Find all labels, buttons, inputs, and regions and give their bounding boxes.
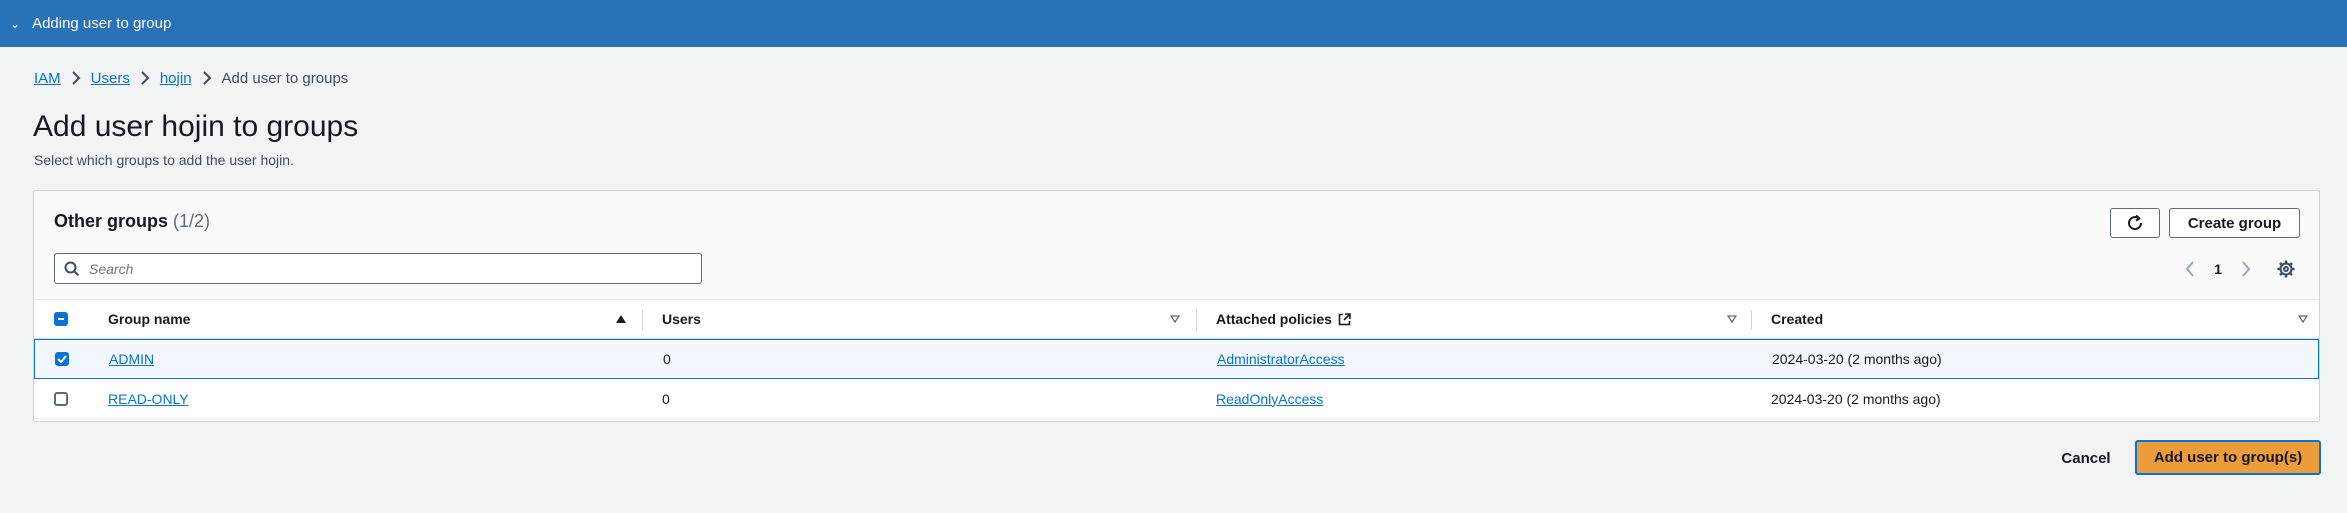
chevron-right-icon [192, 71, 222, 85]
created-date: 2024-03-20 (2 months ago) [1772, 351, 1942, 367]
column-header-users[interactable]: Users [662, 300, 701, 338]
notification-text: Adding user to group [32, 15, 172, 32]
refresh-icon [2128, 214, 2143, 231]
column-divider[interactable] [1751, 310, 1752, 330]
search-field[interactable] [54, 253, 702, 284]
panel-title-text: Other groups [54, 211, 169, 231]
refresh-button[interactable] [2110, 208, 2160, 238]
page-title: Add user hojin to groups [33, 110, 359, 143]
table-row[interactable]: ADMIN 0 AdministratorAccess 2024-03-20 (… [34, 339, 2319, 379]
column-header-attached-policies[interactable]: Attached policies [1216, 300, 1351, 338]
panel-title: Other groups (1/2) [54, 211, 210, 232]
previous-page-icon[interactable] [2176, 260, 2204, 277]
row-checkbox[interactable] [55, 352, 69, 366]
chevron-right-icon [61, 71, 91, 85]
select-all-checkbox[interactable] [54, 312, 68, 326]
select-all-cell [54, 300, 68, 338]
column-divider[interactable] [642, 310, 643, 330]
selection-count: (1/2) [173, 211, 211, 231]
pagination: 1 [2176, 253, 2260, 284]
create-group-button[interactable]: Create group [2169, 208, 2300, 238]
row-select-cell [55, 340, 69, 378]
page-number[interactable]: 1 [2204, 261, 2232, 277]
sort-icon[interactable] [2298, 300, 2308, 338]
table-row[interactable]: READ-ONLY 0 ReadOnlyAccess 2024-03-20 (2… [34, 379, 2319, 419]
attached-policies-label: Attached policies [1216, 311, 1332, 327]
notification-bar: ⌄ Adding user to group [0, 0, 2347, 47]
search-input[interactable] [89, 260, 679, 277]
external-link-icon [1338, 312, 1351, 325]
breadcrumb-user[interactable]: hojin [160, 70, 192, 87]
groups-table: Group name Users Attached policies Creat… [34, 299, 2319, 419]
add-user-to-groups-label: Add user to group(s) [2153, 449, 2303, 466]
page-description: Select which groups to add the user hoji… [34, 152, 294, 168]
table-header: Group name Users Attached policies Creat… [34, 299, 2319, 339]
breadcrumb-iam[interactable]: IAM [34, 70, 61, 87]
breadcrumb-current: Add user to groups [221, 69, 349, 87]
cancel-button[interactable]: Cancel [2058, 443, 2114, 473]
add-user-to-groups-button[interactable]: Add user to group(s) [2135, 440, 2321, 475]
breadcrumb-users[interactable]: Users [91, 70, 130, 87]
created-date: 2024-03-20 (2 months ago) [1771, 390, 1941, 407]
group-name-link[interactable]: READ-ONLY [108, 391, 189, 407]
policy-link[interactable]: AdministratorAccess [1217, 351, 1345, 367]
chevron-down-icon[interactable]: ⌄ [10, 17, 20, 31]
breadcrumb: IAM Users hojin Add user to groups [34, 66, 348, 90]
policy-link[interactable]: ReadOnlyAccess [1216, 391, 1323, 407]
sort-icon[interactable] [1170, 300, 1180, 338]
sort-icon[interactable] [1727, 300, 1737, 338]
column-header-created[interactable]: Created [1771, 300, 1823, 338]
row-checkbox[interactable] [54, 391, 68, 406]
groups-panel: Other groups (1/2) Create group 1 [33, 190, 2320, 422]
row-select-cell [54, 379, 68, 418]
sort-ascending-icon[interactable] [616, 300, 626, 338]
panel-header: Other groups (1/2) Create group 1 [34, 191, 2319, 299]
column-divider[interactable] [1196, 310, 1197, 330]
settings-gear-icon[interactable] [2274, 257, 2298, 281]
users-count: 0 [662, 390, 670, 407]
chevron-right-icon [130, 71, 160, 85]
users-count: 0 [663, 351, 671, 367]
column-header-group-name[interactable]: Group name [108, 300, 190, 338]
group-name-link[interactable]: ADMIN [109, 351, 154, 367]
next-page-icon[interactable] [2232, 260, 2260, 277]
search-icon [55, 261, 89, 277]
